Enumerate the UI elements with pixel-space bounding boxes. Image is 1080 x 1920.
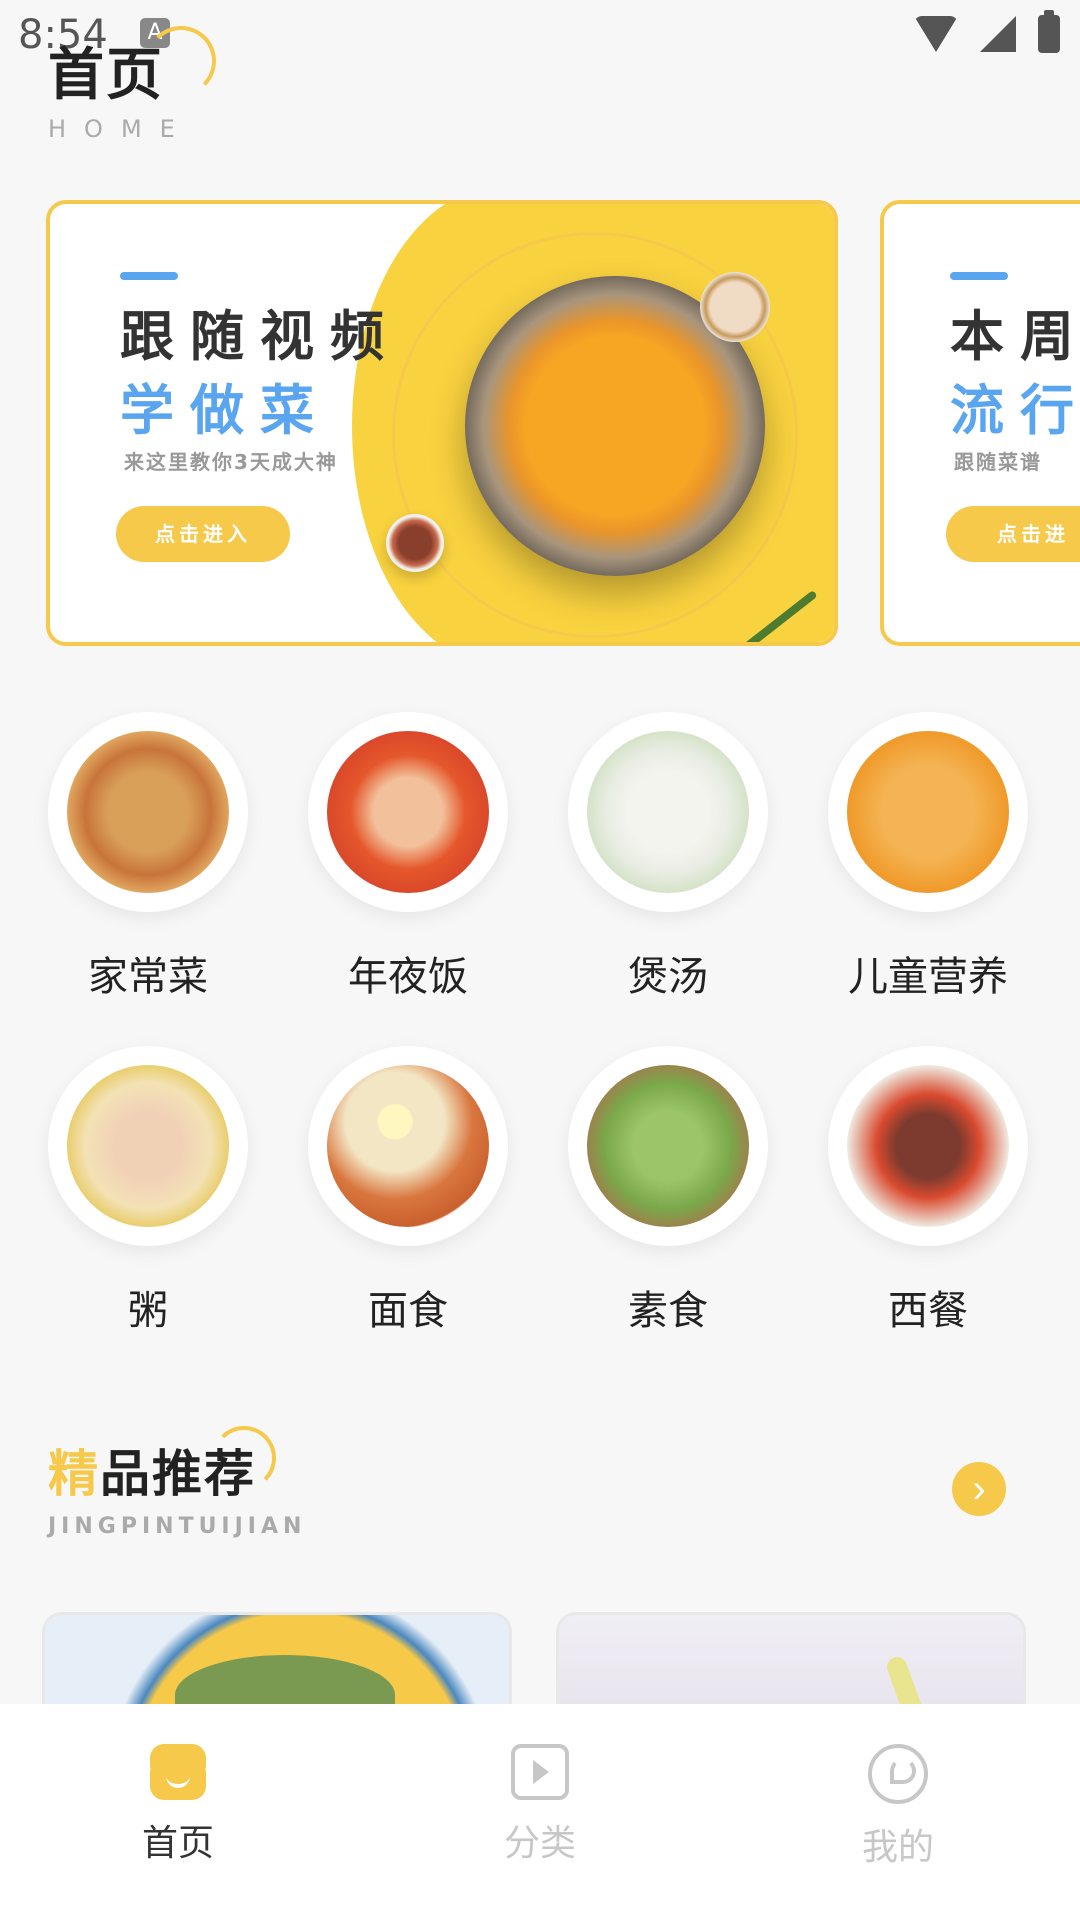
vegetarian-image	[587, 1065, 749, 1227]
nav-item-home[interactable]: 首页	[88, 1744, 268, 1866]
banner-weekly-trending[interactable]: 本周 流行 跟随菜谱 点击进	[880, 200, 1080, 646]
page-header: 首页 HOME	[48, 26, 216, 143]
nav-label: 我的	[861, 1827, 934, 1868]
banner-carousel[interactable]: 跟随视频 学做菜 来这里教你3天成大神 点击进入 本周 流行 跟随菜谱 点击进	[0, 200, 1080, 650]
banner-highlight: 学做菜	[120, 379, 330, 442]
category-label: 儿童营养	[848, 954, 1008, 1000]
more-arrow-button[interactable]: ›	[952, 1462, 1006, 1516]
category-item-noodles[interactable]: 面食	[298, 1046, 518, 1336]
category-item-new-year-dinner[interactable]: 年夜饭	[298, 712, 518, 1002]
section-title-highlight: 精	[48, 1445, 100, 1503]
play-square-icon	[511, 1744, 569, 1800]
header-arc-decoration	[146, 26, 216, 96]
banner-enter-button[interactable]: 点击进入	[116, 506, 290, 562]
banner-headline: 本周	[950, 305, 1080, 368]
page-subtitle: HOME	[48, 115, 193, 143]
home-cooking-image	[67, 731, 229, 893]
category-label: 粥	[128, 1288, 168, 1334]
category-label: 煲汤	[628, 954, 708, 1000]
category-item-kids-nutrition[interactable]: 儿童营养	[818, 712, 1038, 1002]
nav-label: 首页	[141, 1823, 214, 1864]
category-label: 西餐	[888, 1288, 968, 1334]
category-item-soup[interactable]: 煲汤	[558, 712, 778, 1002]
banner-headline: 跟随视频	[120, 305, 400, 368]
nav-item-mine[interactable]: 我的	[808, 1744, 988, 1870]
category-item-home-cooking[interactable]: 家常菜	[38, 712, 258, 1002]
signal-icon	[980, 16, 1016, 52]
western-image	[847, 1065, 1009, 1227]
banner-accent-bar	[120, 272, 178, 280]
category-label: 素食	[628, 1288, 708, 1334]
banner-small-dish-image	[386, 514, 444, 572]
wifi-icon	[914, 16, 958, 52]
category-item-vegetarian[interactable]: 素食	[558, 1046, 778, 1336]
category-item-congee[interactable]: 粥	[38, 1046, 258, 1336]
soup-image	[587, 731, 749, 893]
nav-item-category[interactable]: 分类	[450, 1744, 630, 1866]
chef-hat-icon	[146, 1744, 210, 1800]
section-arc-decoration	[212, 1426, 276, 1490]
banner-highlight: 流行	[950, 379, 1080, 442]
banner-sauce-image	[700, 272, 770, 342]
banner-accent-bar	[950, 272, 1008, 280]
bottom-navigation: 首页 分类 我的	[0, 1704, 1080, 1920]
banner-subtitle: 来这里教你3天成大神	[124, 450, 338, 474]
category-label: 家常菜	[88, 954, 208, 1000]
profile-icon	[868, 1744, 928, 1804]
banner-video-cooking[interactable]: 跟随视频 学做菜 来这里教你3天成大神 点击进入	[46, 200, 838, 646]
battery-icon	[1038, 10, 1060, 53]
new-year-dinner-image	[327, 731, 489, 893]
recommend-section-header: 精品推荐 JINGPINTUIJIAN	[48, 1426, 307, 1539]
banner-subtitle: 跟随菜谱	[954, 450, 1042, 474]
category-item-western[interactable]: 西餐	[818, 1046, 1038, 1336]
banner-enter-button[interactable]: 点击进	[946, 506, 1080, 562]
status-icons	[914, 10, 1060, 54]
category-label: 面食	[368, 1288, 448, 1334]
category-label: 年夜饭	[348, 954, 468, 1000]
noodles-image	[327, 1065, 489, 1227]
section-subtitle: JINGPINTUIJIAN	[48, 1514, 307, 1539]
kids-nutrition-image	[847, 731, 1009, 893]
nav-label: 分类	[503, 1823, 576, 1864]
congee-image	[67, 1065, 229, 1227]
